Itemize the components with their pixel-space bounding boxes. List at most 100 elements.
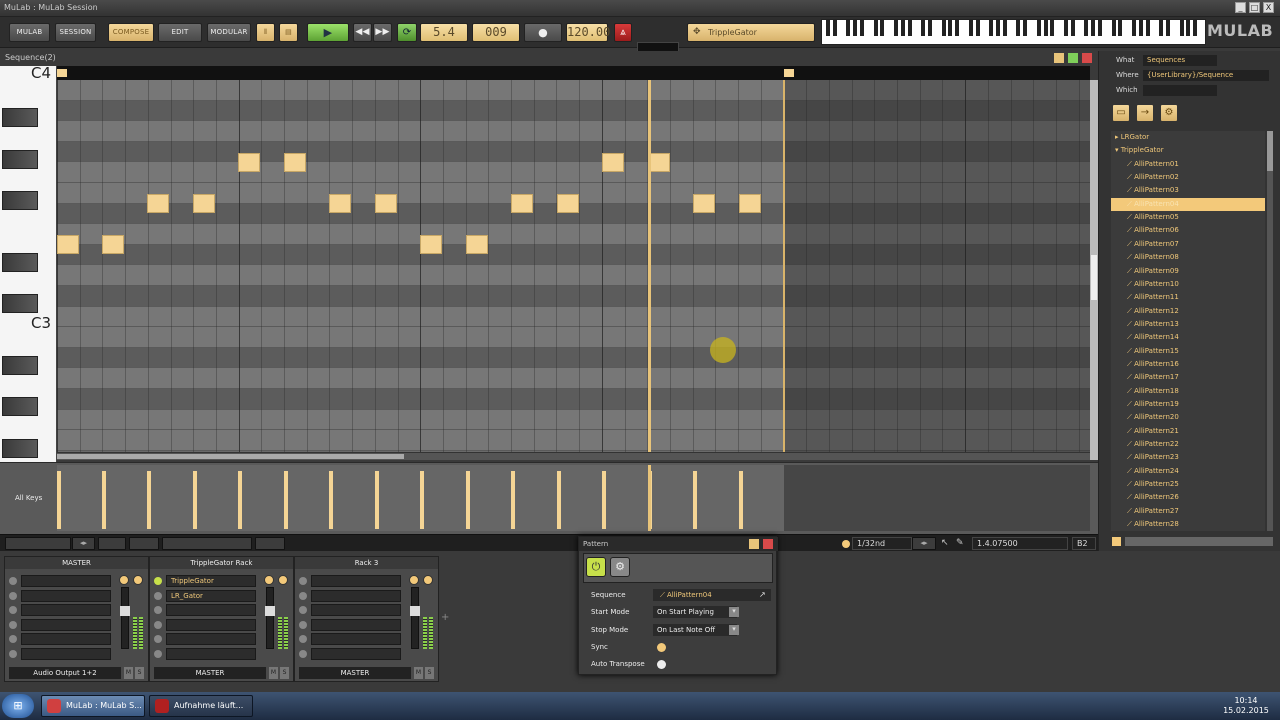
toolbar-keyboard[interactable] — [821, 19, 1206, 45]
keyboard-black-key[interactable] — [955, 20, 960, 36]
rack-slot[interactable] — [311, 604, 401, 616]
start-mode-select[interactable]: On Start Playing — [653, 606, 737, 618]
rack-slot[interactable] — [311, 575, 401, 587]
velocity-bar[interactable] — [193, 471, 197, 529]
black-key[interactable] — [2, 294, 38, 313]
grid-arrows-icon[interactable]: ◂▸ — [912, 537, 936, 550]
close-button[interactable]: X — [1263, 2, 1274, 13]
black-key[interactable] — [2, 108, 38, 127]
power-icon[interactable]: ⏻ — [586, 557, 606, 577]
keyboard-black-key[interactable] — [928, 20, 932, 36]
keyboard-black-key[interactable] — [1166, 20, 1170, 36]
keyboard-black-key[interactable] — [1186, 20, 1191, 36]
horizontal-scrollbar[interactable] — [57, 452, 1090, 460]
fader-cap[interactable] — [410, 606, 420, 616]
keyboard-black-key[interactable] — [846, 20, 851, 36]
rack-slot[interactable] — [21, 575, 111, 587]
horizontal-scroll-thumb[interactable] — [57, 454, 404, 459]
midi-note[interactable] — [193, 194, 215, 213]
solo-button[interactable]: S — [135, 667, 144, 679]
rack-slot[interactable]: TrippleGator — [166, 575, 256, 587]
vertical-scrollbar[interactable] — [1090, 80, 1098, 460]
mute-button[interactable]: M — [124, 667, 133, 679]
slot-power-icon[interactable] — [154, 635, 162, 643]
slot-power-icon[interactable] — [154, 577, 162, 585]
loop-icon[interactable]: ⟳ — [397, 23, 417, 42]
keyboard-black-key[interactable] — [853, 20, 858, 36]
tree-item-pattern[interactable]: ⟋ AlliPattern15 — [1111, 345, 1265, 358]
slot-power-icon[interactable] — [299, 591, 307, 600]
piano-roll-keys[interactable]: C4 C3 — [0, 66, 57, 462]
tree-item-pattern[interactable]: ⟋ AlliPattern23 — [1111, 451, 1265, 464]
midi-note[interactable] — [602, 153, 624, 172]
tempo-display[interactable]: 120.00 — [566, 23, 610, 42]
rack-output[interactable]: Audio Output 1+2 — [9, 667, 121, 679]
slot-power-icon[interactable] — [299, 620, 307, 629]
velocity-bar[interactable] — [602, 471, 606, 529]
piano-roll-grid[interactable] — [57, 80, 1090, 452]
midi-note[interactable] — [102, 235, 124, 254]
rack-output[interactable]: MASTER — [299, 667, 411, 679]
tree-item-folder[interactable]: ▸ LRGator — [1111, 131, 1265, 144]
pointer-tool-icon[interactable]: ↖ — [941, 538, 949, 548]
slot-power-icon[interactable] — [9, 620, 17, 629]
velocity-bar[interactable] — [57, 471, 61, 529]
tree-item-pattern[interactable]: ⟋ AlliPattern05 — [1111, 211, 1265, 224]
keyboard-black-key[interactable] — [1050, 20, 1055, 36]
keyboard-black-key[interactable] — [1179, 20, 1184, 36]
tree-item-pattern[interactable]: ⟋ AlliPattern09 — [1111, 265, 1265, 278]
preset-selector[interactable]: TrippleGator — [687, 23, 815, 42]
library-hscroll[interactable] — [1125, 537, 1273, 546]
midi-note[interactable] — [147, 194, 169, 213]
tree-item-pattern[interactable]: ⟋ AlliPattern18 — [1111, 385, 1265, 398]
dialog-close-icon[interactable] — [763, 539, 773, 549]
midi-note[interactable] — [57, 235, 79, 254]
panel-view-icon[interactable]: ▤ — [279, 23, 298, 42]
snap-led-icon[interactable] — [842, 540, 850, 548]
slot-power-icon[interactable] — [154, 606, 162, 614]
rack-slot[interactable] — [166, 618, 256, 631]
slot-power-icon[interactable] — [9, 635, 17, 643]
position-bars[interactable]: 5.4 — [420, 23, 468, 42]
panel-maximize-icon[interactable] — [1068, 53, 1078, 63]
volume-fader[interactable] — [120, 587, 130, 649]
pan-knob[interactable] — [423, 575, 433, 585]
start-mode-dropdown-icon[interactable]: ▾ — [729, 607, 739, 617]
loop-end-marker[interactable] — [784, 69, 794, 77]
mute-button[interactable]: M — [269, 667, 278, 679]
slot-power-icon[interactable] — [154, 620, 162, 629]
start-button[interactable]: ⊞ — [2, 694, 34, 718]
slot-power-icon[interactable] — [299, 635, 307, 643]
what-value[interactable]: Sequences — [1143, 55, 1217, 66]
fader-cap[interactable] — [120, 606, 130, 616]
keyboard-black-key[interactable] — [1023, 20, 1028, 36]
taskbar-recorder[interactable]: Aufnahme läuft... — [149, 695, 253, 717]
keyboard-black-key[interactable] — [1132, 20, 1136, 36]
record-icon[interactable]: ● — [524, 23, 562, 42]
velocity-bar[interactable] — [284, 471, 288, 529]
status-box[interactable] — [255, 537, 285, 550]
keyboard-black-key[interactable] — [948, 20, 953, 36]
rack-slot[interactable]: LR_Gator — [166, 589, 256, 602]
where-value[interactable]: {UserLibrary}/Sequence — [1143, 70, 1269, 81]
midi-note[interactable] — [238, 153, 260, 172]
mulab-button[interactable]: MULAB — [9, 23, 50, 42]
status-box[interactable] — [129, 537, 159, 550]
tree-item-pattern[interactable]: ⟋ AlliPattern19 — [1111, 398, 1265, 411]
session-button[interactable]: SESSION — [55, 23, 96, 42]
system-clock[interactable]: 10:14 15.02.2015 — [1218, 696, 1274, 716]
auto-transpose-toggle[interactable] — [657, 660, 666, 669]
rack-slot[interactable] — [166, 647, 256, 660]
velocity-bar[interactable] — [420, 471, 424, 529]
velocity-bar[interactable] — [375, 471, 379, 529]
tree-item-pattern[interactable]: ⟋ AlliPattern21 — [1111, 425, 1265, 438]
metronome-icon[interactable]: ⩓ — [614, 23, 632, 42]
volume-fader[interactable] — [410, 587, 420, 649]
fader-cap[interactable] — [265, 606, 275, 616]
tree-item-pattern[interactable]: ⟋ AlliPattern26 — [1111, 491, 1265, 504]
midi-note[interactable] — [284, 153, 306, 172]
playhead[interactable] — [648, 80, 651, 452]
keyboard-black-key[interactable] — [1159, 20, 1164, 36]
slot-power-icon[interactable] — [9, 591, 17, 600]
keyboard-black-key[interactable] — [900, 20, 905, 36]
